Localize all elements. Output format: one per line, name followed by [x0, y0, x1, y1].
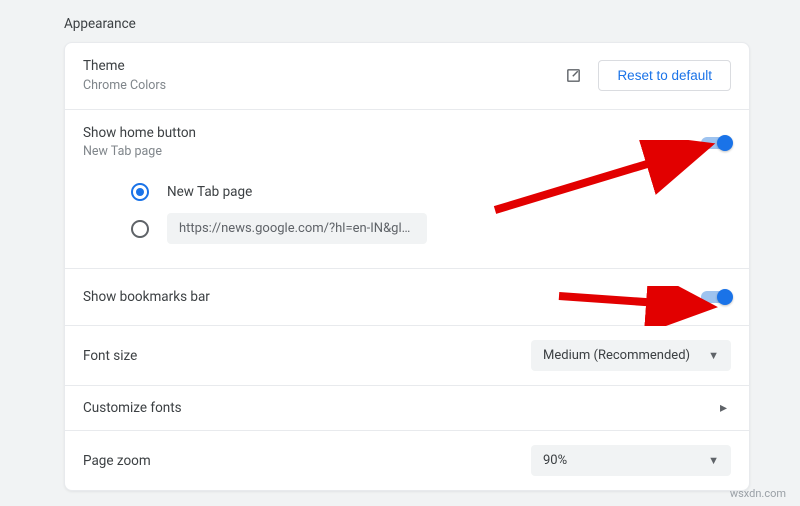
theme-subtitle: Chrome Colors: [83, 77, 166, 95]
row-home-button: Show home button New Tab page: [65, 110, 749, 176]
page-zoom-title: Page zoom: [83, 453, 151, 469]
row-font-size: Font size Medium (Recommended) ▼: [65, 326, 749, 386]
home-button-title: Show home button: [83, 124, 196, 144]
row-theme-left: Theme Chrome Colors: [83, 57, 166, 95]
font-size-title: Font size: [83, 348, 137, 364]
home-button-options: New Tab page https://news.google.com/?hl…: [65, 175, 749, 269]
watermark: wsxdn.com: [730, 487, 786, 500]
row-home-right: [701, 137, 731, 149]
font-size-dropdown[interactable]: Medium (Recommended) ▼: [531, 340, 731, 371]
home-button-toggle[interactable]: [701, 137, 731, 149]
caret-down-icon: ▼: [708, 349, 719, 362]
row-home-left: Show home button New Tab page: [83, 124, 196, 162]
row-theme-right: Reset to default: [565, 60, 731, 91]
font-size-selected: Medium (Recommended): [543, 348, 690, 363]
reset-to-default-button[interactable]: Reset to default: [598, 60, 731, 91]
caret-down-icon: ▼: [708, 454, 719, 467]
page-zoom-selected: 90%: [543, 453, 567, 468]
page-zoom-dropdown[interactable]: 90% ▼: [531, 445, 731, 476]
chevron-right-icon: ▸: [720, 400, 731, 416]
home-custom-url-input[interactable]: https://news.google.com/?hl=en-IN&gl=IN&…: [167, 213, 427, 244]
row-theme: Theme Chrome Colors Reset to default: [65, 43, 749, 110]
radio-row-newtab: New Tab page: [83, 177, 731, 207]
open-in-new-icon[interactable]: [565, 67, 582, 84]
section-title: Appearance: [0, 8, 800, 42]
customize-fonts-title: Customize fonts: [83, 400, 182, 416]
bookmarks-bar-toggle[interactable]: [701, 291, 731, 303]
home-button-subtitle: New Tab page: [83, 143, 196, 161]
row-customize-fonts[interactable]: Customize fonts ▸: [65, 386, 749, 431]
appearance-card: Theme Chrome Colors Reset to default Sho…: [64, 42, 750, 491]
row-page-zoom: Page zoom 90% ▼: [65, 431, 749, 490]
row-bookmarks-bar: Show bookmarks bar: [65, 269, 749, 326]
radio-newtab-label: New Tab page: [167, 184, 252, 200]
radio-newtab[interactable]: [131, 183, 149, 201]
bookmarks-bar-title: Show bookmarks bar: [83, 289, 210, 305]
radio-row-custom: https://news.google.com/?hl=en-IN&gl=IN&…: [83, 207, 731, 250]
radio-custom-url[interactable]: [131, 220, 149, 238]
theme-title: Theme: [83, 57, 166, 77]
